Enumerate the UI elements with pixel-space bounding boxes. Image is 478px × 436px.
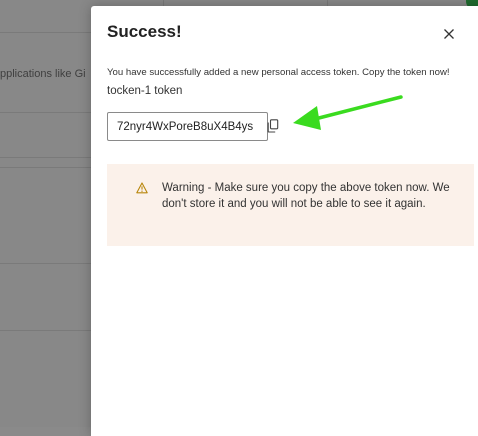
success-message: You have successfully added a new person…	[107, 67, 450, 78]
dialog-title: Success!	[107, 22, 182, 41]
background-text: pplications like Gi	[0, 68, 86, 80]
success-dialog: Success! You have successfully added a n…	[91, 6, 478, 436]
background-divider	[0, 167, 95, 168]
warning-text: Warning - Make sure you copy the above t…	[162, 182, 450, 210]
copy-token-button[interactable]	[267, 119, 279, 133]
warning-box: Warning - Make sure you copy the above t…	[107, 164, 474, 246]
background-divider	[0, 157, 95, 158]
background-divider	[0, 330, 95, 331]
background-divider	[0, 112, 95, 113]
background-divider	[0, 32, 95, 33]
warning-icon	[136, 182, 148, 194]
close-button[interactable]	[441, 26, 457, 42]
copy-icon	[267, 119, 279, 133]
token-name-label: tocken-1 token	[107, 85, 183, 97]
close-icon	[444, 29, 454, 39]
token-value-field[interactable]	[107, 112, 268, 141]
arrow-annotation-icon	[293, 95, 403, 130]
background-divider	[0, 263, 95, 264]
